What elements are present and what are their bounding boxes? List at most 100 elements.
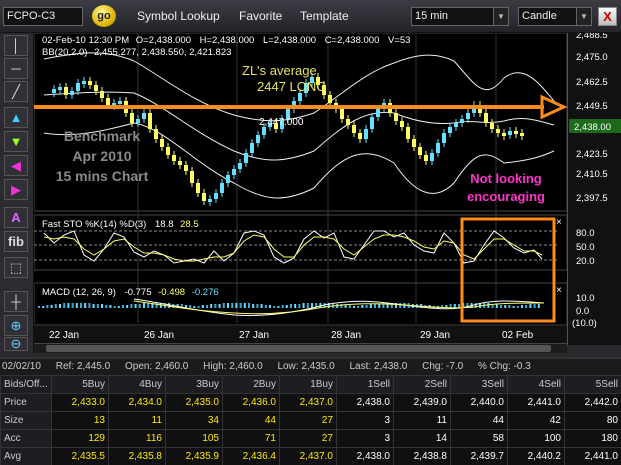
row-label: Avg bbox=[0, 447, 52, 465]
close-button[interactable]: X bbox=[598, 7, 617, 26]
candle-body bbox=[496, 129, 500, 133]
macd-bar bbox=[42, 306, 45, 308]
candle-body bbox=[118, 101, 122, 104]
crosshair-tool-icon[interactable]: ┼ bbox=[4, 291, 28, 312]
price-tick: 2,449.5 bbox=[576, 101, 608, 112]
macd-bar bbox=[147, 303, 150, 308]
macd-bar bbox=[222, 303, 225, 308]
close-pane-icon[interactable]: × bbox=[556, 285, 562, 296]
chart-style-value: Candle bbox=[522, 10, 557, 22]
chevron-down-icon[interactable]: ▼ bbox=[493, 8, 508, 25]
macd-bar bbox=[521, 305, 523, 308]
chart-style-select[interactable]: Candle ▼ bbox=[518, 7, 592, 26]
candle-body bbox=[358, 133, 362, 139]
chevron-down-icon[interactable]: ▼ bbox=[576, 8, 591, 25]
select-area-tool-icon[interactable]: ⬚ bbox=[4, 257, 28, 278]
macd-bar bbox=[197, 306, 200, 308]
macd-bar bbox=[361, 305, 364, 308]
scrollbar-thumb[interactable] bbox=[46, 345, 551, 352]
table-row[interactable]: Size 13 11 34 44 27 3 11 44 42 80 bbox=[0, 411, 621, 430]
price-axis[interactable]: 2,488.5 2,475.0 2,462.5 2,449.5 2,423.5 … bbox=[567, 30, 621, 345]
zoom-out-icon[interactable]: ⊖ bbox=[4, 337, 28, 351]
arrow-up-tool-icon[interactable]: ▲ bbox=[4, 107, 28, 128]
bollinger-readout: BB(20,2.0) 2,455.277, 2,438.550, 2,421.8… bbox=[42, 47, 231, 58]
price-tick: 2,410.5 bbox=[576, 169, 608, 180]
time-tick: 27 Jan bbox=[239, 330, 269, 341]
zoom-in-icon[interactable]: ⊕ bbox=[4, 315, 28, 336]
table-row[interactable]: Price 2,433.0 2,434.0 2,435.0 2,436.0 2,437.0… bbox=[0, 393, 621, 412]
go-button[interactable]: go bbox=[92, 5, 116, 27]
candle-body bbox=[64, 87, 68, 95]
macd-tick: 10.0 bbox=[576, 293, 595, 304]
table-cell: 44 bbox=[450, 411, 508, 430]
table-cell: 14 bbox=[393, 429, 451, 448]
candle-body bbox=[508, 131, 512, 135]
macd-bar bbox=[105, 305, 108, 308]
candle-body bbox=[232, 169, 236, 175]
interval-select[interactable]: 15 min ▼ bbox=[411, 7, 509, 26]
macd-bar bbox=[306, 303, 309, 308]
trend-line-tool-icon[interactable]: ╱ bbox=[4, 81, 28, 102]
macd-bar bbox=[239, 303, 242, 308]
table-cell: 2,439.7 bbox=[450, 447, 508, 465]
menu-symbol-lookup[interactable]: Symbol Lookup bbox=[137, 9, 220, 23]
horizontal-line-tool-icon[interactable]: ─ bbox=[4, 58, 28, 79]
vertical-line-tool-icon[interactable]: │ bbox=[4, 35, 28, 56]
macd-bar bbox=[378, 304, 381, 308]
table-row[interactable]: Acc 129 116 105 71 27 3 14 58 100 180 bbox=[0, 429, 621, 448]
table-cell: 2,436.0 bbox=[222, 393, 280, 412]
macd-bar bbox=[248, 303, 250, 308]
table-cell: 2,434.0 bbox=[108, 393, 166, 412]
table-cell: 3 bbox=[336, 411, 394, 430]
macd-bar bbox=[218, 304, 221, 308]
chart-area[interactable]: 02-Feb-10 12:30 PM O=2,438.000 H=2,438.0… bbox=[33, 32, 568, 345]
candle-body bbox=[196, 183, 200, 193]
table-cell: 71 bbox=[222, 429, 280, 448]
menu-template[interactable]: Template bbox=[300, 9, 349, 23]
zl-average-label: ZL's average bbox=[242, 63, 317, 78]
macd-bar bbox=[399, 303, 402, 308]
macd-bar bbox=[92, 304, 95, 308]
arrow-right-tool-icon[interactable]: ▶ bbox=[4, 179, 28, 200]
candle-body bbox=[412, 139, 416, 147]
symbol-input[interactable]: FCPO-C3 bbox=[3, 7, 83, 26]
table-cell: 2,441.0 bbox=[507, 393, 565, 412]
macd-bar bbox=[290, 304, 292, 308]
column-header: 3Buy bbox=[165, 375, 223, 394]
candle-body bbox=[154, 129, 158, 139]
stochastic-readout: Fast STO %K(14) %D(3) 18.8 28.5 bbox=[42, 219, 199, 230]
quote-change: Chg: -7.0 bbox=[422, 361, 464, 372]
macd-bar bbox=[126, 305, 129, 308]
macd-bar bbox=[67, 303, 70, 308]
quote-summary: 02/02/10 Ref: 2,445.0 Open: 2,460.0 High… bbox=[0, 359, 621, 375]
fibonacci-tool-icon[interactable]: fib bbox=[4, 231, 28, 252]
candle-body bbox=[436, 143, 440, 153]
quote-last: Last: 2,438.0 bbox=[349, 361, 408, 372]
candle-body bbox=[298, 93, 302, 101]
arrow-left-tool-icon[interactable]: ◀ bbox=[4, 155, 28, 176]
macd-bar bbox=[294, 304, 297, 308]
close-pane-icon[interactable]: × bbox=[556, 217, 562, 228]
candle-body bbox=[142, 113, 146, 119]
menu-favorite[interactable]: Favorite bbox=[239, 9, 282, 23]
candle-body bbox=[130, 113, 134, 123]
macd-bar bbox=[348, 305, 351, 308]
candle-body bbox=[58, 87, 62, 90]
macd-bar bbox=[71, 303, 74, 308]
table-cell: 2,438.0 bbox=[336, 393, 394, 412]
level-label: 2,447.000 bbox=[259, 117, 304, 128]
table-cell: 2,442.0 bbox=[564, 393, 621, 412]
macd-bar bbox=[193, 306, 196, 308]
table-cell: 2,435.9 bbox=[165, 447, 223, 465]
table-row[interactable]: Avg 2,435.5 2,435.8 2,435.9 2,436.4 2,437.0 2,… bbox=[0, 447, 621, 465]
horizontal-scrollbar[interactable] bbox=[34, 343, 567, 353]
macd-bar bbox=[495, 304, 498, 308]
macd-bar bbox=[500, 305, 502, 308]
macd-bar bbox=[96, 304, 99, 308]
arrow-down-tool-icon[interactable]: ▼ bbox=[4, 131, 28, 152]
table-cell: 2,435.0 bbox=[165, 393, 223, 412]
text-tool-icon[interactable]: A bbox=[4, 207, 28, 228]
chart-canvas[interactable]: 02-Feb-10 12:30 PM O=2,438.000 H=2,438.0… bbox=[33, 32, 568, 345]
table-cell: 100 bbox=[507, 429, 565, 448]
candle-body bbox=[442, 133, 446, 143]
